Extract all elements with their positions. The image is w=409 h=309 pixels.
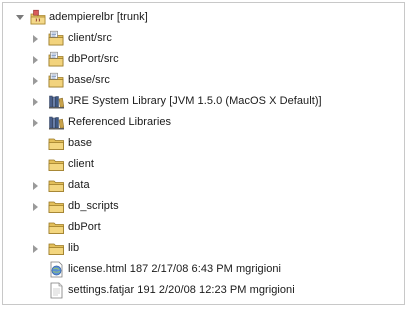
html-file-icon — [48, 261, 65, 278]
tree-item-client-src[interactable]: client/src — [3, 28, 403, 49]
expanded-arrow-icon[interactable] — [15, 7, 25, 28]
collapsed-arrow-icon[interactable] — [31, 70, 41, 91]
collapsed-arrow-icon[interactable] — [31, 28, 41, 49]
folder-icon — [48, 240, 65, 257]
tree-item-referenced-libraries[interactable]: Referenced Libraries — [3, 112, 403, 133]
tree-item-label: adempierelbr [trunk] — [49, 11, 148, 23]
tree-item-base[interactable]: base — [3, 133, 403, 154]
folder-icon — [48, 177, 65, 194]
project-tree[interactable]: adempierelbr [trunk] client/src dbPort/src… — [3, 7, 403, 301]
tree-root-project[interactable]: adempierelbr [trunk] — [3, 7, 403, 28]
folder-icon — [48, 198, 65, 215]
package-explorer-panel: adempierelbr [trunk] client/src dbPort/src… — [2, 2, 405, 305]
tree-item-label: JRE System Library [JVM 1.5.0 (MacOS X D… — [68, 95, 322, 107]
tree-item-label: data — [68, 179, 90, 191]
folder-icon — [48, 135, 65, 152]
java-project-icon — [30, 9, 47, 26]
tree-item-base-src[interactable]: base/src — [3, 70, 403, 91]
file-icon — [48, 282, 65, 299]
tree-item-settings-fatjar-191-2-20-08-12-23-pm-mgrigioni[interactable]: settings.fatjar 191 2/20/08 12:23 PM mgr… — [3, 280, 403, 301]
tree-item-label: db_scripts — [68, 200, 119, 212]
tree-item-label: lib — [68, 242, 80, 254]
tree-item-label: license.html 187 2/17/08 6:43 PM mgrigio… — [68, 263, 282, 275]
tree-item-client[interactable]: client — [3, 154, 403, 175]
collapsed-arrow-icon[interactable] — [31, 196, 41, 217]
tree-item-db-scripts[interactable]: db_scripts — [3, 196, 403, 217]
collapsed-arrow-icon[interactable] — [31, 49, 41, 70]
tree-item-jre-system-library-jvm-1-5-0-macos-x-default[interactable]: JRE System Library [JVM 1.5.0 (MacOS X D… — [3, 91, 403, 112]
collapsed-arrow-icon[interactable] — [31, 112, 41, 133]
tree-item-dbport-src[interactable]: dbPort/src — [3, 49, 403, 70]
source-folder-icon — [48, 51, 65, 68]
tree-item-dbport[interactable]: dbPort — [3, 217, 403, 238]
tree-item-label: client/src — [68, 32, 112, 44]
tree-item-license-html-187-2-17-08-6-43-pm-mgrigioni[interactable]: license.html 187 2/17/08 6:43 PM mgrigio… — [3, 259, 403, 280]
tree-item-label: dbPort — [68, 221, 101, 233]
tree-item-data[interactable]: data — [3, 175, 403, 196]
folder-icon — [48, 156, 65, 173]
tree-item-label: base/src — [68, 74, 110, 86]
source-folder-icon — [48, 30, 65, 47]
tree-item-label: settings.fatjar 191 2/20/08 12:23 PM mgr… — [68, 284, 295, 296]
tree-item-label: base — [68, 137, 93, 149]
folder-icon — [48, 219, 65, 236]
tree-item-lib[interactable]: lib — [3, 238, 403, 259]
library-icon — [48, 114, 65, 131]
tree-item-label: dbPort/src — [68, 53, 119, 65]
tree-item-label: client — [68, 158, 94, 170]
collapsed-arrow-icon[interactable] — [31, 91, 41, 112]
library-icon — [48, 93, 65, 110]
collapsed-arrow-icon[interactable] — [31, 238, 41, 259]
tree-item-label: Referenced Libraries — [68, 116, 172, 128]
collapsed-arrow-icon[interactable] — [31, 175, 41, 196]
source-folder-icon — [48, 72, 65, 89]
